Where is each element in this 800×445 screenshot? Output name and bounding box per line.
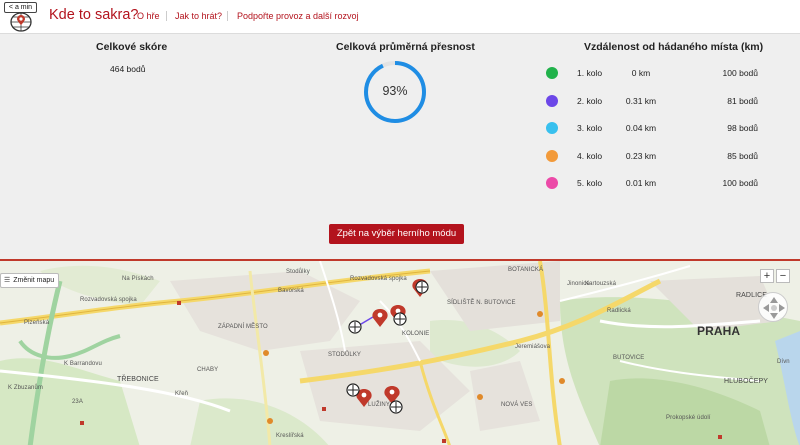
top-bar: < a min Kde to sakra? O hře Jak to hrát?… — [0, 0, 800, 34]
map-label: CHABY — [197, 367, 219, 373]
round-color-dot — [546, 122, 558, 134]
distance-title: Vzdálenost od hádaného místa (km) — [584, 41, 764, 53]
compass-icon — [763, 297, 785, 319]
back-to-mode-select-button[interactable]: Zpět na výběr herního módu — [329, 224, 464, 244]
map-label: Radlická — [607, 308, 631, 314]
logo[interactable]: < a min — [4, 2, 38, 32]
map-label: ZÁPADNÍ MĚSTO — [218, 324, 268, 330]
map-label: 23A — [72, 399, 83, 405]
map-label: Prokopské údolí — [666, 415, 711, 421]
round-row: 4. kolo 0.23 km 85 bodů — [544, 150, 774, 164]
map-label: Jinonice — [567, 281, 590, 287]
round-name: 4. kolo — [577, 151, 603, 161]
round-points: 100 bodů — [722, 178, 758, 188]
round-color-dot — [546, 95, 558, 107]
nav-divider — [227, 11, 228, 21]
map-label: BUTOVICE — [613, 355, 645, 361]
round-distance: 0.23 km — [625, 151, 657, 161]
round-points: 98 bodů — [727, 123, 758, 133]
round-distance: 0.31 km — [625, 96, 657, 106]
map-label: Kreslířská — [276, 433, 304, 439]
accuracy-title: Celková průměrná přesnost — [336, 41, 475, 53]
map-label: TŘEBONICE — [117, 376, 159, 383]
accuracy-value: 93% — [382, 84, 408, 98]
round-distance: 0 km — [631, 68, 651, 78]
brand-title[interactable]: Kde to sakra? — [49, 7, 138, 23]
map-label: SÍDLIŠTĚ N. BUTOVICE — [447, 300, 516, 306]
map-label: K Barrandovu — [64, 361, 102, 367]
map-label: Dívn — [777, 359, 790, 365]
round-name: 3. kolo — [577, 123, 603, 133]
round-points: 81 bodů — [727, 96, 758, 106]
round-distance: 0.01 km — [625, 178, 657, 188]
map-label: PRAHA — [697, 324, 741, 338]
round-color-dot — [546, 150, 558, 162]
zoom-in-button[interactable]: + — [760, 269, 774, 283]
round-name: 2. kolo — [577, 96, 603, 106]
map-pan-control[interactable] — [758, 292, 788, 322]
round-row: 3. kolo 0.04 km 98 bodů — [544, 122, 774, 136]
map-label: KOLONIE — [402, 331, 430, 337]
round-color-dot — [546, 177, 558, 189]
round-row: 1. kolo 0 km 100 bodů — [544, 67, 774, 81]
round-color-dot — [546, 67, 558, 79]
round-row: 2. kolo 0.31 km 81 bodů — [544, 95, 774, 109]
map-label: Bavorská — [278, 288, 304, 294]
round-name: 5. kolo — [577, 178, 603, 188]
round-points: 85 bodů — [727, 151, 758, 161]
score-value: 464 bodů — [110, 64, 146, 74]
round-points: 100 bodů — [722, 68, 758, 78]
layers-icon: ☰ — [4, 277, 11, 284]
map-label: Rozvadovská spojka — [80, 297, 137, 303]
nav-divider — [166, 11, 167, 21]
map-label: Na Pískách — [122, 276, 154, 282]
map-label: Stodůlky — [286, 269, 310, 275]
nav-how-to-play[interactable]: Jak to hrát? — [175, 11, 222, 21]
round-name: 1. kolo — [577, 68, 603, 78]
nav-support[interactable]: Podpořte provoz a další rozvoj — [237, 11, 359, 21]
map-label: LUŽINY — [368, 402, 390, 408]
round-distance: 0.04 km — [625, 123, 657, 133]
score-title: Celkové skóre — [96, 41, 168, 53]
change-map-label: Změnit mapu — [13, 277, 55, 284]
map-label: BOTANICKÁ — [508, 267, 544, 273]
result-map[interactable]: PRAHA TŘEBONICE RADLICE BUTOVICE HLUBOČE… — [0, 259, 800, 445]
map-label: Jeremiášova — [515, 344, 551, 350]
zoom-out-button[interactable]: − — [776, 269, 790, 283]
globe-icon — [10, 12, 32, 32]
nav-about[interactable]: O hře — [137, 11, 160, 21]
map-label: Rozvadovská spojka — [350, 276, 407, 282]
map-label: Křeň — [175, 391, 189, 397]
map-label: STODŮLKY — [328, 352, 362, 358]
map-label: NOVÁ VES — [501, 402, 533, 408]
change-map-button[interactable]: ☰ Změnit mapu — [0, 273, 60, 288]
round-row: 5. kolo 0.01 km 100 bodů — [544, 177, 774, 191]
map-label: K Zbuzanům — [8, 385, 44, 391]
map-label: Plzeňská — [24, 320, 50, 326]
map-label: HLUBOČEPY — [724, 378, 769, 385]
